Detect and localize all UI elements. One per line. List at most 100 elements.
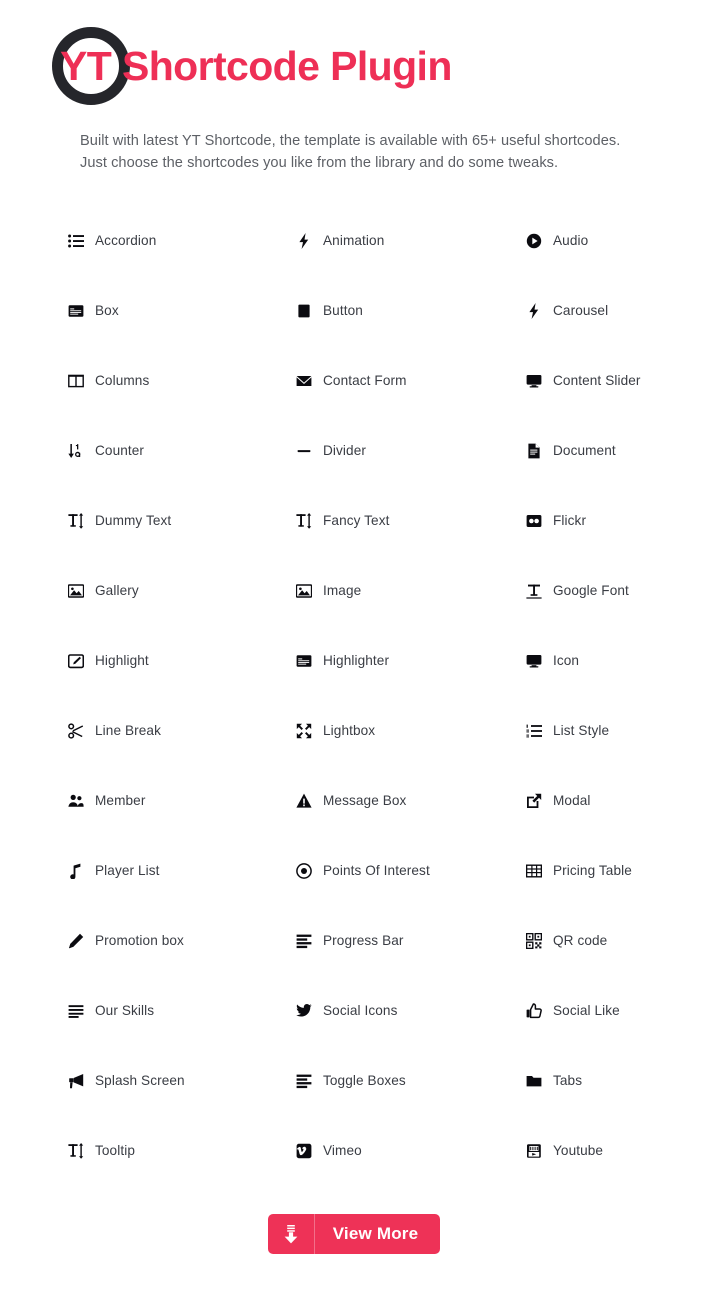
shortcode-grid: Accordion Animation Audio Box Button Carousel… [0, 228, 708, 1208]
shortcode-label: Splash Screen [95, 1073, 185, 1088]
text-height-icon [68, 1142, 90, 1160]
shortcode-item[interactable]: Fancy Text [296, 508, 389, 534]
shortcode-item[interactable]: Accordion [68, 228, 156, 254]
shortcode-label: Pricing Table [553, 863, 632, 878]
shortcode-label: Flickr [553, 513, 587, 528]
shortcode-row: Splash Screen Toggle Boxes Tabs [0, 1068, 708, 1138]
shortcode-row: Our Skills Social Icons Social Like [0, 998, 708, 1068]
shortcode-item[interactable]: Member [68, 788, 145, 814]
shortcode-label: Fancy Text [323, 513, 390, 528]
shortcode-label: Vimeo [323, 1143, 362, 1158]
shortcode-item[interactable]: Icon [526, 648, 579, 674]
shortcode-item[interactable]: Columns [68, 368, 149, 394]
shortcode-item[interactable]: QR code [526, 928, 607, 954]
view-more-label: View More [332, 1224, 419, 1243]
shortcode-item[interactable]: Document [526, 438, 616, 464]
shortcode-item[interactable]: Our Skills [68, 998, 154, 1024]
shortcode-item[interactable]: Youtube [526, 1138, 603, 1164]
shortcode-label: Icon [553, 653, 580, 668]
shortcode-row: Gallery Image Google Font [0, 578, 708, 648]
shortcode-label: Social Icons [323, 1003, 398, 1018]
shortcode-item[interactable]: Gallery [68, 578, 139, 604]
shortcode-item[interactable]: Social Icons [296, 998, 398, 1024]
table-icon [526, 862, 548, 880]
shortcode-item[interactable]: Audio [526, 228, 588, 254]
shortcode-item[interactable]: Carousel [526, 298, 608, 324]
shortcode-row: Dummy Text Fancy Text Flickr [0, 508, 708, 578]
shortcode-item[interactable]: Button [296, 298, 363, 324]
qrcode-icon [526, 932, 548, 950]
shortcode-item[interactable]: Message Box [296, 788, 406, 814]
shortcode-item[interactable]: Social Like [526, 998, 620, 1024]
envelope-icon [296, 372, 318, 390]
shortcode-label: Modal [553, 793, 591, 808]
shortcode-item[interactable]: Highlighter [296, 648, 389, 674]
shortcode-item[interactable]: Vimeo [296, 1138, 362, 1164]
shortcode-item[interactable]: Line Break [68, 718, 161, 744]
shortcode-label: List Style [553, 723, 610, 738]
shortcode-item[interactable]: Toggle Boxes [296, 1068, 406, 1094]
shortcode-label: Tooltip [95, 1143, 135, 1158]
vimeo-icon [296, 1142, 318, 1160]
shortcode-label: Member [95, 793, 146, 808]
shortcode-label: Our Skills [95, 1003, 155, 1018]
shortcode-item[interactable]: Content Slider [526, 368, 641, 394]
list-ul-icon [68, 232, 90, 250]
square-filled-icon [296, 302, 318, 320]
shortcode-item[interactable]: Progress Bar [296, 928, 404, 954]
bolt-icon [526, 302, 548, 320]
columns-icon [68, 372, 90, 390]
shortcode-item[interactable]: Animation [296, 228, 384, 254]
shortcode-row: Player List Points Of Interest Pricing Tab… [0, 858, 708, 928]
shortcode-item[interactable]: Promotion box [68, 928, 184, 954]
shortcode-item[interactable]: Lightbox [296, 718, 375, 744]
shortcode-label: Columns [95, 373, 150, 388]
shortcode-item[interactable]: Pricing Table [526, 858, 632, 884]
users-icon [68, 792, 90, 810]
shortcode-label: Counter [95, 443, 145, 458]
shortcode-label: Message Box [323, 793, 407, 808]
window-maximize-icon [68, 302, 90, 320]
sort-numeric-down-icon [68, 442, 90, 460]
shortcode-item[interactable]: Contact Form [296, 368, 407, 394]
shortcode-row: Box Button Carousel [0, 298, 708, 368]
shortcode-item[interactable]: Modal [526, 788, 591, 814]
shortcode-item[interactable]: List Style [526, 718, 609, 744]
align-left-bars-icon [296, 932, 318, 950]
shortcode-label: Content Slider [553, 373, 641, 388]
shortcode-item[interactable]: Splash Screen [68, 1068, 185, 1094]
bullhorn-icon [68, 1072, 90, 1090]
shortcode-label: Player List [95, 863, 160, 878]
shortcode-label: Progress Bar [323, 933, 404, 948]
youtube-icon [526, 1142, 548, 1160]
shortcode-label: Google Font [553, 583, 629, 598]
shortcode-item[interactable]: Counter [68, 438, 144, 464]
shortcode-item[interactable]: Google Font [526, 578, 629, 604]
minus-icon [296, 442, 318, 460]
shortcode-item[interactable]: Points Of Interest [296, 858, 430, 884]
shortcode-label: QR code [553, 933, 608, 948]
shortcode-item[interactable]: Highlight [68, 648, 149, 674]
thumbs-up-icon [526, 1002, 548, 1020]
shortcode-item[interactable]: Dummy Text [68, 508, 171, 534]
shortcode-item[interactable]: Tooltip [68, 1138, 135, 1164]
text-height-icon [296, 512, 318, 530]
view-more-button[interactable]: View More [267, 1214, 441, 1254]
shortcode-item[interactable]: Tabs [526, 1068, 582, 1094]
shortcode-label: Button [323, 303, 363, 318]
expand-arrows-icon [296, 722, 318, 740]
shortcode-item[interactable]: Flickr [526, 508, 586, 534]
shortcode-label: Gallery [95, 583, 139, 598]
music-note-icon [68, 862, 90, 880]
shortcode-item[interactable]: Image [296, 578, 361, 604]
shortcode-label: Points Of Interest [323, 863, 430, 878]
shortcode-item[interactable]: Player List [68, 858, 160, 884]
shortcode-item[interactable]: Divider [296, 438, 366, 464]
folder-icon [526, 1072, 548, 1090]
shortcode-item[interactable]: Box [68, 298, 119, 324]
subtitle-line-1: Built with latest YT Shortcode, the temp… [80, 133, 621, 149]
shortcode-label: Carousel [553, 303, 609, 318]
desktop-icon [526, 652, 548, 670]
shortcode-row: Promotion box Progress Bar QR code [0, 928, 708, 998]
page-title: YT Shortcode Plugin [60, 43, 452, 89]
